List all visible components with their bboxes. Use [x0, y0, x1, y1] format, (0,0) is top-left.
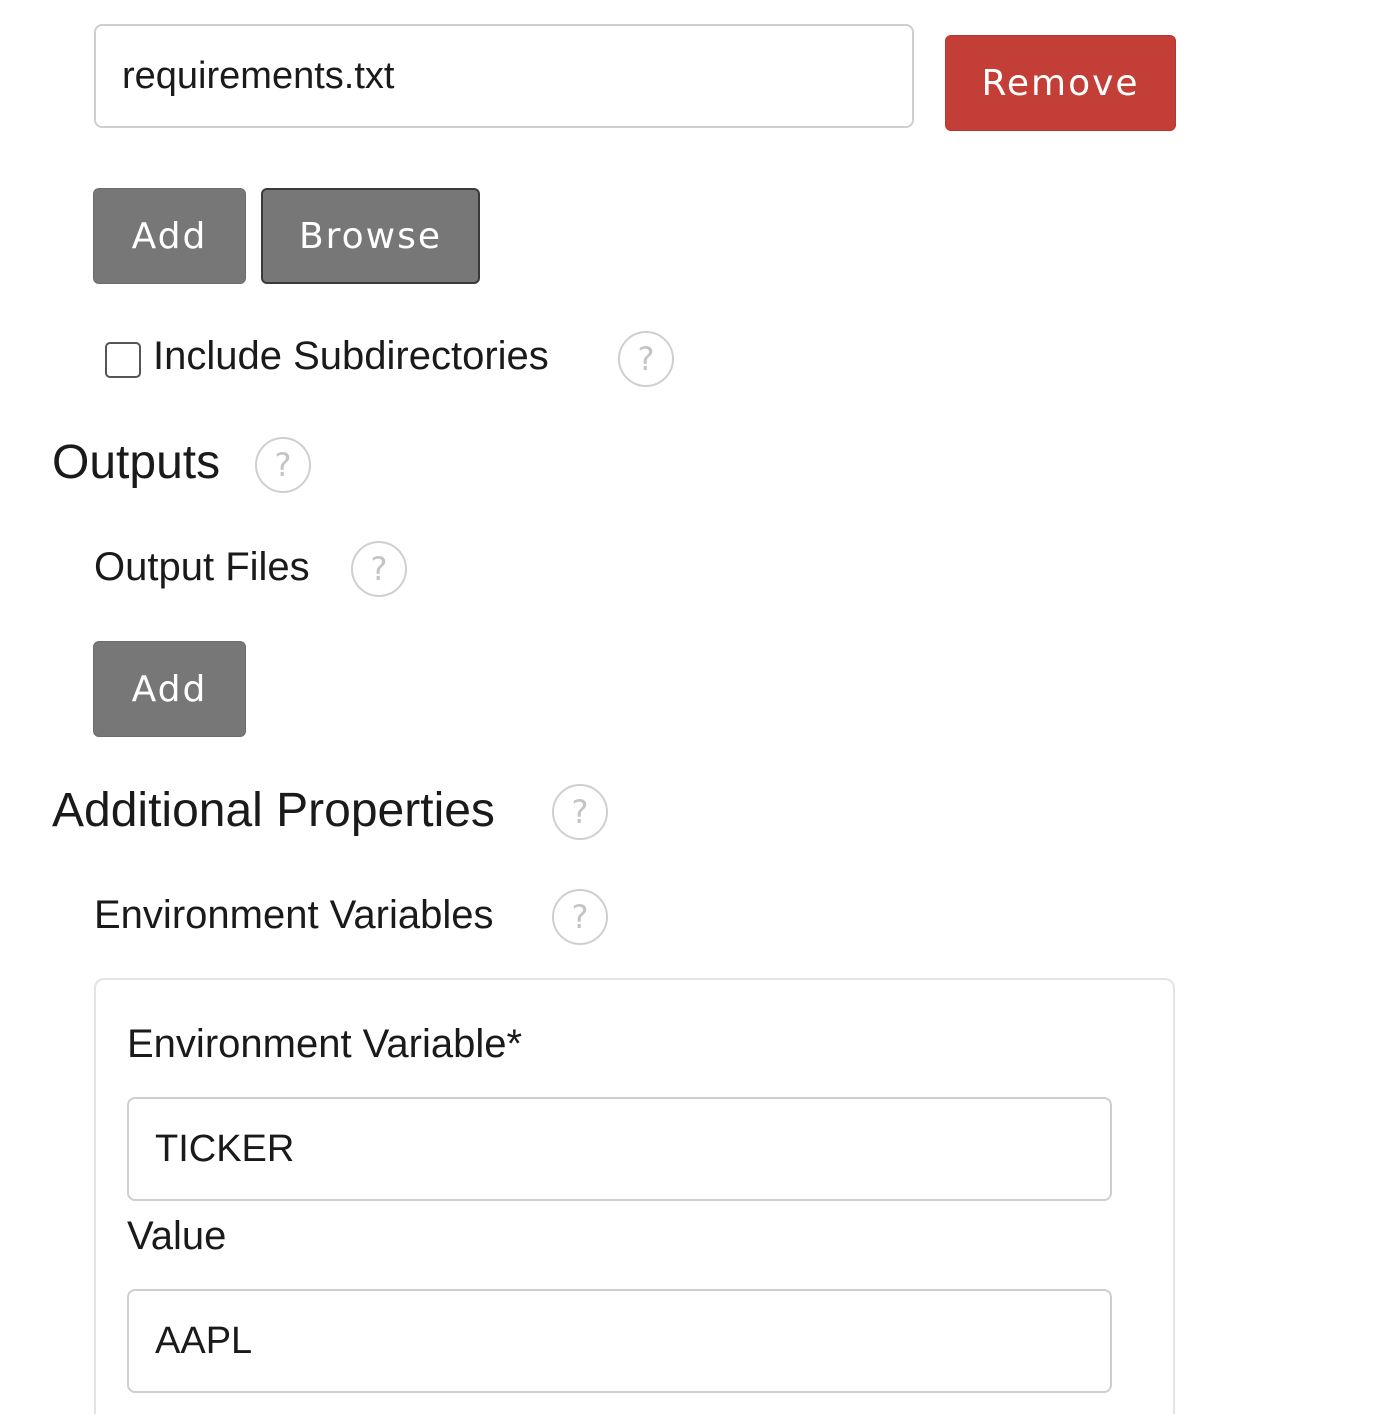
- outputs-help-icon[interactable]: ?: [255, 437, 311, 493]
- environment-variable-value-input[interactable]: [127, 1289, 1112, 1393]
- environment-variables-label: Environment Variables: [94, 893, 494, 937]
- environment-variable-name-label: Environment Variable*: [127, 1022, 523, 1066]
- output-files-help-icon[interactable]: ?: [351, 541, 407, 597]
- additional-properties-heading: Additional Properties: [52, 784, 495, 837]
- input-file-field[interactable]: [94, 24, 914, 128]
- output-files-label: Output Files: [94, 545, 310, 589]
- additional-properties-help-icon[interactable]: ?: [552, 784, 608, 840]
- remove-button[interactable]: Remove: [945, 35, 1176, 131]
- include-subdirectories-label[interactable]: Include Subdirectories: [153, 334, 549, 379]
- environment-variable-name-input[interactable]: [127, 1097, 1112, 1201]
- add-output-file-button[interactable]: Add: [93, 641, 246, 737]
- add-input-file-button[interactable]: Add: [93, 188, 246, 284]
- environment-variable-value-label: Value: [127, 1214, 227, 1258]
- outputs-heading: Outputs: [52, 436, 221, 489]
- browse-button[interactable]: Browse: [261, 188, 480, 284]
- include-subdirectories-help-icon[interactable]: ?: [618, 331, 674, 387]
- include-subdirectories-checkbox[interactable]: [105, 342, 141, 378]
- environment-variables-help-icon[interactable]: ?: [552, 889, 608, 945]
